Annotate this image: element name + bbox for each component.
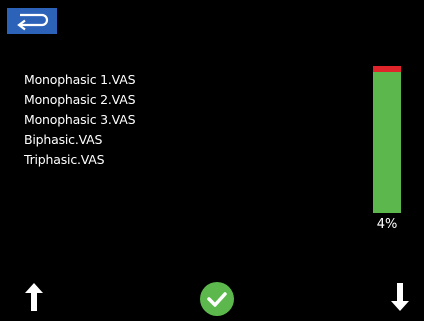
storage-bar	[373, 66, 401, 213]
file-item[interactable]: Monophasic 2.VAS	[24, 90, 136, 110]
confirm-button[interactable]	[200, 282, 234, 316]
file-item[interactable]: Monophasic 1.VAS	[24, 70, 136, 90]
return-arrow-icon	[17, 13, 49, 31]
file-list: Monophasic 1.VAS Monophasic 2.VAS Monoph…	[24, 70, 136, 170]
arrow-up-icon[interactable]	[22, 281, 46, 313]
checkmark-icon	[207, 292, 227, 307]
back-button[interactable]	[7, 8, 57, 34]
arrow-down-icon[interactable]	[388, 281, 412, 313]
storage-used-fill	[373, 66, 401, 72]
file-item[interactable]: Triphasic.VAS	[24, 150, 135, 170]
storage-percent-label: 4%	[376, 217, 398, 232]
file-item[interactable]: Biphasic.VAS	[24, 130, 135, 150]
file-item[interactable]: Monophasic 3.VAS	[24, 110, 136, 130]
